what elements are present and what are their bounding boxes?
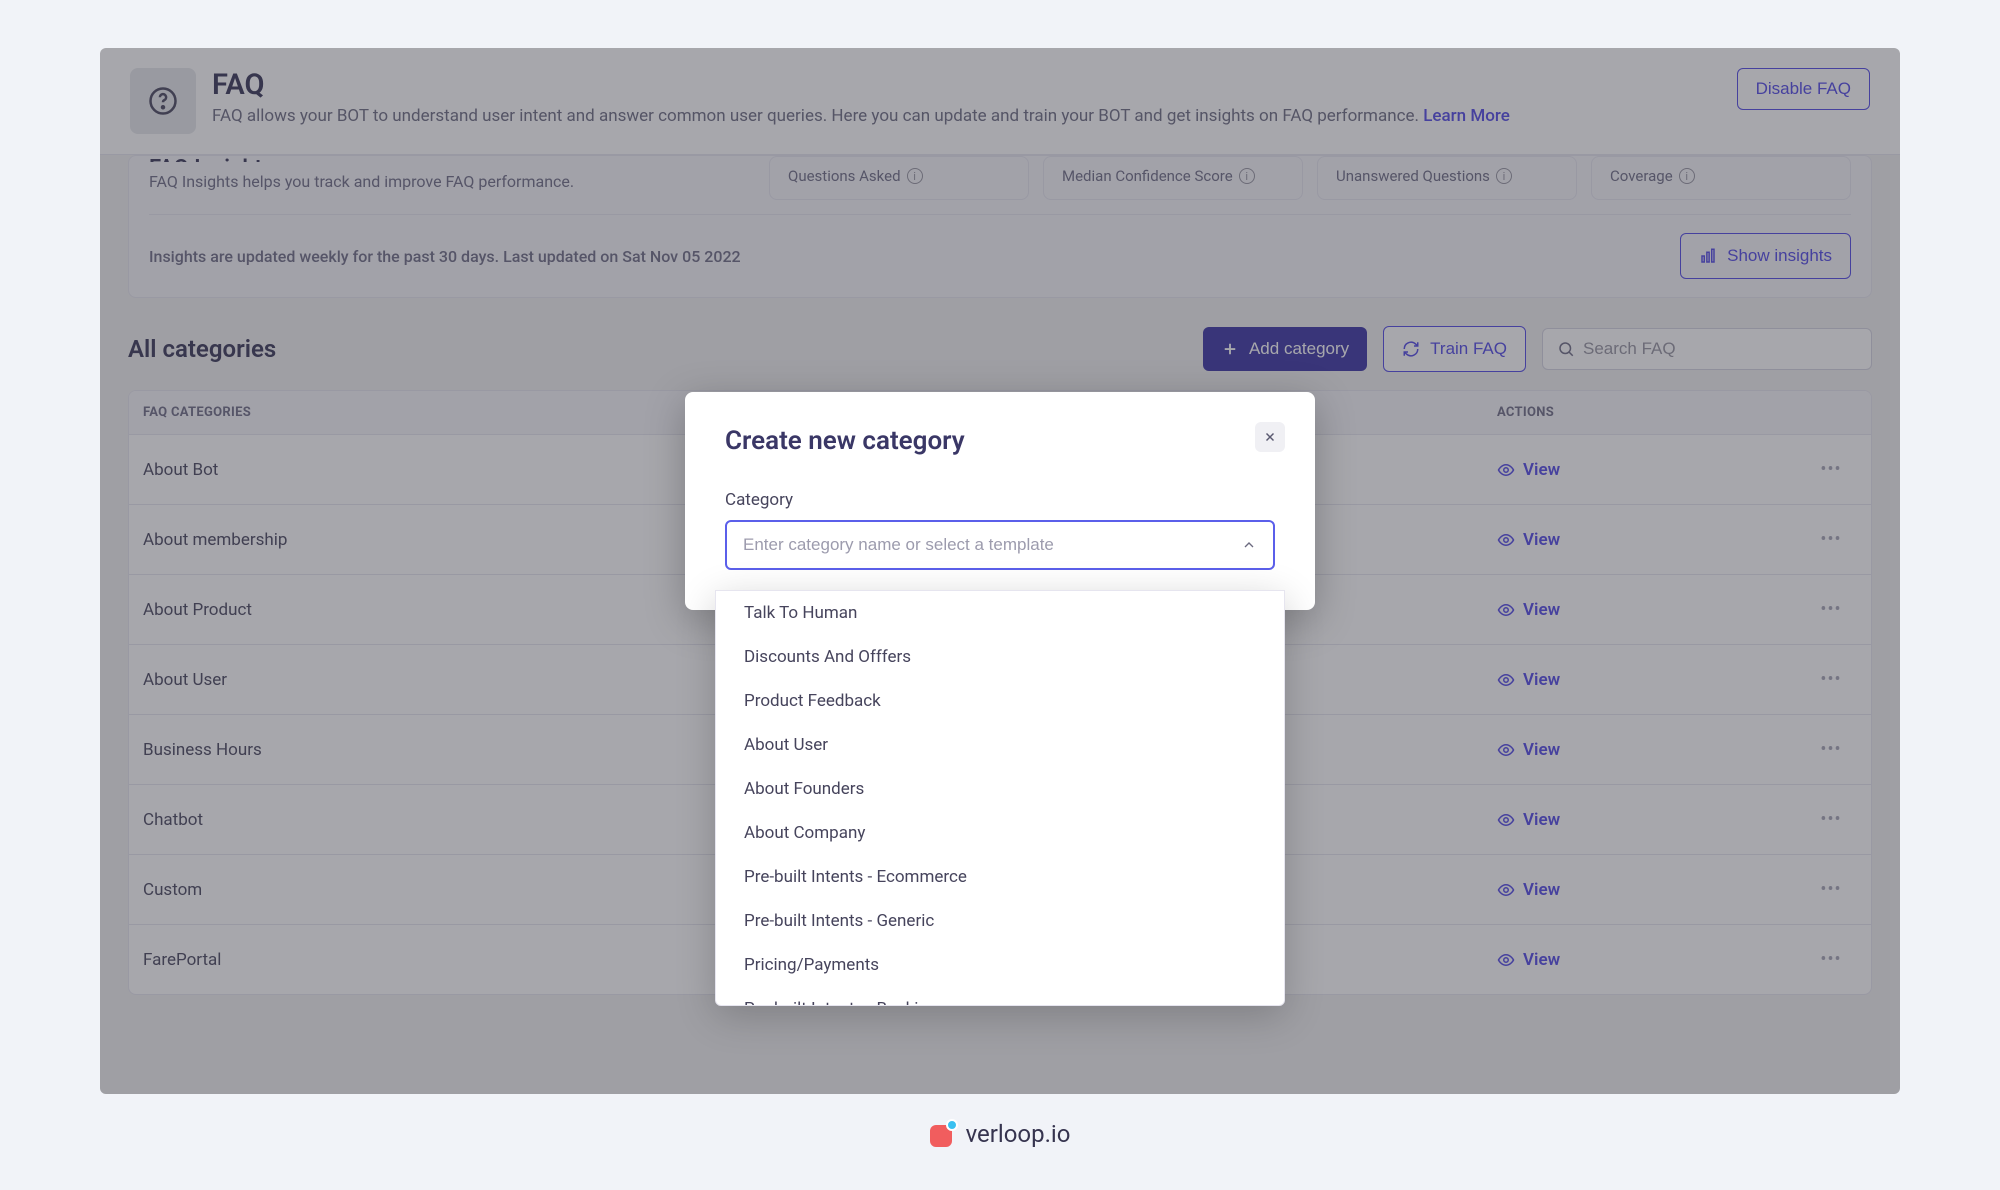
dropdown-option[interactable]: Talk To Human (716, 591, 1284, 635)
logo-icon (930, 1121, 956, 1147)
category-combobox[interactable] (725, 520, 1275, 570)
category-input[interactable] (743, 535, 1241, 555)
dropdown-option[interactable]: Discounts And Offfers (716, 635, 1284, 679)
category-field-label: Category (725, 490, 1275, 510)
dropdown-option[interactable]: About Company (716, 811, 1284, 855)
create-category-modal: Create new category Category (685, 392, 1315, 610)
category-dropdown: Talk To HumanDiscounts And OfffersProduc… (715, 590, 1285, 1006)
modal-title: Create new category (725, 426, 1275, 456)
dropdown-option[interactable]: About User (716, 723, 1284, 767)
dropdown-option[interactable]: Product Feedback (716, 679, 1284, 723)
dropdown-option[interactable]: Pricing/Payments (716, 943, 1284, 987)
dropdown-option[interactable]: Pre-built Intents - Generic (716, 899, 1284, 943)
brand-name: verloop.io (966, 1120, 1071, 1148)
dropdown-option[interactable]: About Founders (716, 767, 1284, 811)
dropdown-option[interactable]: Pre-built Intents - Ecommerce (716, 855, 1284, 899)
dropdown-option[interactable]: Pre-built Intents - Banking (716, 987, 1284, 1006)
brand-footer: verloop.io (100, 1120, 1900, 1148)
close-icon[interactable] (1255, 422, 1285, 452)
chevron-up-icon[interactable] (1241, 537, 1257, 553)
